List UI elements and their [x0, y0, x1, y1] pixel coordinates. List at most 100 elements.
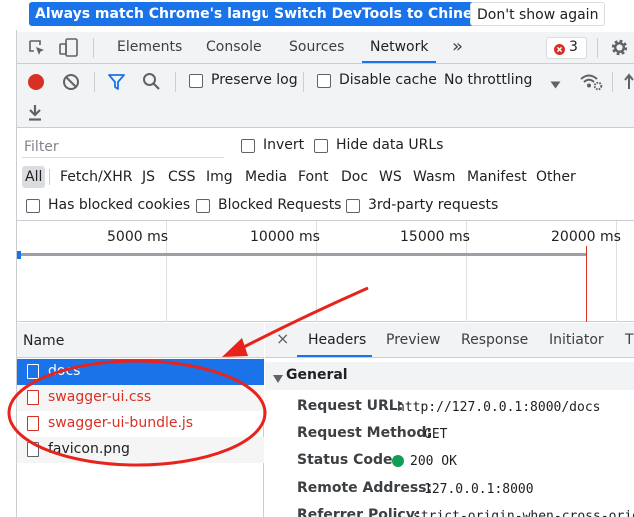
type-filter-media[interactable]: Media: [245, 166, 287, 188]
type-filter-all[interactable]: All: [22, 166, 46, 188]
caret-down-icon[interactable]: [550, 77, 561, 89]
error-counter[interactable]: 3: [546, 37, 587, 59]
export-har-icon[interactable]: [27, 104, 43, 122]
inspect-element-icon[interactable]: [27, 38, 47, 58]
toolbar-separator: [175, 72, 176, 92]
filter-input[interactable]: [22, 136, 224, 158]
type-filter-ws[interactable]: WS: [379, 166, 402, 188]
timeline-tick-label: 20000 ms: [551, 229, 621, 245]
language-infobar: Always match Chrome's language Switch De…: [0, 0, 634, 30]
timeline-dom-content-marker: [17, 251, 21, 259]
type-filter-separator: [49, 169, 50, 185]
settings-gear-icon[interactable]: [609, 37, 630, 58]
left-edge: [0, 0, 17, 517]
request-name: swagger-ui-bundle.js: [48, 415, 194, 431]
clear-icon[interactable]: [62, 73, 80, 91]
request-method-key: Request Method:: [297, 425, 432, 441]
details-tab-initiator[interactable]: Initiator: [549, 332, 604, 348]
hide-data-urls-checkbox[interactable]: [314, 139, 328, 153]
status-code-value: 200 OK: [410, 454, 457, 469]
has-blocked-cookies-checkbox[interactable]: [26, 199, 40, 213]
request-url-value: http://127.0.0.1:8000/docs: [397, 400, 601, 415]
tab-separator: [93, 38, 94, 58]
switch-chinese-button[interactable]: Switch DevTools to Chinese: [268, 2, 497, 26]
request-url-key: Request URL:: [297, 398, 404, 414]
request-name: favicon.png: [48, 441, 130, 457]
image-file-icon: [27, 442, 39, 457]
third-party-checkbox[interactable]: [346, 199, 360, 213]
timeline-tick-label: 5000 ms: [107, 229, 169, 245]
preserve-log-label: Preserve log: [211, 72, 298, 88]
hide-data-urls-label: Hide data URLs: [336, 137, 444, 153]
details-tab-timing[interactable]: T: [625, 332, 634, 348]
type-filter-img[interactable]: Img: [206, 166, 233, 188]
details-tab-preview[interactable]: Preview: [386, 332, 441, 348]
referrer-policy-key: Referrer Policy:: [297, 507, 421, 517]
record-icon[interactable]: [27, 73, 45, 91]
timeline-load-marker: [586, 246, 587, 322]
timeline-tick-label: 10000 ms: [250, 229, 320, 245]
toolbar-separator: [303, 72, 304, 92]
timeline-tick-label: 15000 ms: [400, 229, 470, 245]
tab-elements[interactable]: Elements: [117, 32, 182, 63]
name-column-header: Name: [23, 333, 65, 349]
type-filter-css[interactable]: CSS: [168, 166, 196, 188]
request-name: swagger-ui.css: [48, 389, 152, 405]
details-tab-response[interactable]: Response: [461, 332, 528, 348]
type-filter-other[interactable]: Other: [536, 166, 576, 188]
type-filter-wasm[interactable]: Wasm: [413, 166, 455, 188]
type-filter-manifest[interactable]: Manifest: [467, 166, 527, 188]
request-name: docs: [48, 363, 81, 379]
tab-console[interactable]: Console: [206, 32, 262, 63]
type-filter-font[interactable]: Font: [298, 166, 328, 188]
throttling-select[interactable]: No throttling: [444, 72, 532, 88]
request-row-swagger-css[interactable]: swagger-ui.css: [17, 385, 264, 411]
referrer-policy-value: strict-origin-when-cross-origin: [413, 509, 634, 517]
tab-separator: [597, 38, 598, 58]
blocked-requests-label: Blocked Requests: [218, 197, 342, 213]
remote-address-key: Remote Address:: [297, 480, 433, 496]
invert-checkbox[interactable]: [241, 139, 255, 153]
status-ok-icon: [392, 455, 404, 467]
toolbar-separator: [94, 72, 95, 92]
search-icon[interactable]: [142, 72, 161, 91]
request-row-docs[interactable]: docs: [17, 359, 264, 385]
script-file-icon: [27, 416, 39, 431]
filter-funnel-icon[interactable]: [107, 73, 126, 91]
has-blocked-cookies-label: Has blocked cookies: [48, 197, 191, 213]
match-language-button[interactable]: Always match Chrome's language: [29, 2, 307, 26]
close-details-button[interactable]: ×: [276, 329, 289, 348]
tab-sources[interactable]: Sources: [289, 32, 344, 63]
general-section-title: General: [286, 367, 348, 383]
blocked-requests-checkbox[interactable]: [196, 199, 210, 213]
network-toolbar-overflow: [17, 100, 634, 128]
tab-network[interactable]: Network: [362, 32, 437, 63]
status-code-key: Status Code:: [297, 452, 399, 468]
details-tab-headers[interactable]: Headers: [308, 332, 366, 348]
document-file-icon: [27, 364, 39, 379]
triangle-down-icon: [273, 371, 283, 383]
invert-label: Invert: [263, 137, 305, 153]
requests-list-header[interactable]: Name: [17, 323, 264, 358]
more-tabs-button[interactable]: »: [452, 31, 463, 62]
general-section-header[interactable]: General: [265, 362, 634, 390]
request-row-favicon[interactable]: favicon.png: [17, 437, 264, 463]
request-row-swagger-bundle[interactable]: swagger-ui-bundle.js: [17, 411, 264, 437]
timeline-activity-bar: [17, 253, 587, 256]
network-conditions-icon[interactable]: [579, 72, 603, 92]
preserve-log-checkbox[interactable]: [189, 74, 203, 88]
type-filter-js[interactable]: JS: [142, 166, 155, 188]
import-har-icon[interactable]: [624, 73, 634, 91]
disable-cache-checkbox[interactable]: [317, 74, 331, 88]
device-toolbar-icon[interactable]: [58, 37, 80, 59]
third-party-label: 3rd-party requests: [368, 197, 499, 213]
type-filter-fetch-xhr[interactable]: Fetch/XHR: [60, 166, 133, 188]
type-filter-doc[interactable]: Doc: [341, 166, 368, 188]
request-method-value: GET: [424, 427, 448, 442]
disable-cache-label: Disable cache: [339, 72, 437, 88]
error-count: 3: [569, 39, 578, 55]
remote-address-value: 127.0.0.1:8000: [424, 482, 534, 497]
dont-show-again-button[interactable]: Don't show again: [470, 2, 606, 26]
toolbar-separator: [612, 72, 613, 92]
error-icon: [554, 43, 565, 55]
